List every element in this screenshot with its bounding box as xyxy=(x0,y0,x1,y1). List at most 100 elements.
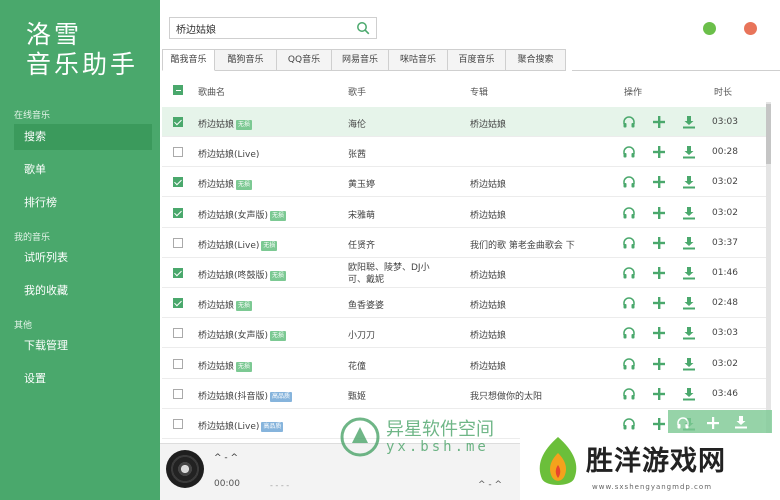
row-checkbox[interactable] xyxy=(173,177,183,188)
add-to-list-icon[interactable] xyxy=(652,296,666,310)
sidebar-item-favorites[interactable]: 我的收藏 xyxy=(14,278,152,304)
artist-name[interactable]: 鱼香婆婆 xyxy=(348,298,384,311)
download-icon[interactable] xyxy=(682,206,696,220)
add-to-list-icon[interactable] xyxy=(652,236,666,250)
download-icon[interactable] xyxy=(682,115,696,129)
tab-kuwo[interactable]: 酷我音乐 xyxy=(162,49,215,71)
sidebar-item-downloads[interactable]: 下载管理 xyxy=(14,333,152,359)
close-button[interactable] xyxy=(744,22,757,35)
album-disc-icon[interactable] xyxy=(166,450,204,488)
row-checkbox[interactable] xyxy=(173,117,183,127)
album-name[interactable]: 桥边姑娘 xyxy=(470,359,616,372)
add-to-list-icon[interactable] xyxy=(652,266,666,280)
artist-name[interactable]: 海伦 xyxy=(348,117,366,130)
download-icon[interactable] xyxy=(682,266,696,280)
tab-kugou[interactable]: 酷狗音乐 xyxy=(215,49,277,71)
artist-name[interactable]: 黄玉婷 xyxy=(348,177,375,190)
row-checkbox[interactable] xyxy=(173,147,183,158)
row-checkbox[interactable] xyxy=(173,207,183,218)
artist-name[interactable]: 宋雅萌 xyxy=(348,208,375,221)
select-all-checkbox[interactable] xyxy=(173,85,183,95)
table-row[interactable]: 桥边姑娘(女声版) 无损 小刀刀 桥边姑娘 03:03 xyxy=(162,318,770,349)
row-checkbox[interactable] xyxy=(173,268,183,278)
table-row[interactable]: 桥边姑娘(抖音版) 高品质 甄姬 我只想做你的太阳 03:46 xyxy=(162,379,770,409)
album-name[interactable]: 桥边姑娘 xyxy=(470,298,616,311)
download-icon[interactable] xyxy=(682,326,696,340)
tab-migu[interactable]: 咪咕音乐 xyxy=(389,49,448,71)
batch-download-icon[interactable] xyxy=(734,415,748,429)
artist-name[interactable]: 花僮 xyxy=(348,359,366,372)
scrollbar-thumb[interactable] xyxy=(766,104,771,164)
download-icon[interactable] xyxy=(682,296,696,310)
sidebar-item-trial-list[interactable]: 试听列表 xyxy=(14,245,152,271)
add-to-list-icon[interactable] xyxy=(652,387,666,401)
download-icon[interactable] xyxy=(682,236,696,250)
table-row[interactable]: 桥边姑娘 无损 海伦 桥边姑娘 03:03 xyxy=(162,107,770,137)
download-icon[interactable] xyxy=(682,387,696,401)
add-to-list-icon[interactable] xyxy=(652,145,666,159)
player-progress[interactable]: - - - - xyxy=(270,481,289,490)
listen-icon[interactable] xyxy=(622,206,636,220)
add-to-list-icon[interactable] xyxy=(652,357,666,371)
add-to-list-icon[interactable] xyxy=(652,115,666,129)
table-row[interactable]: 桥边姑娘 无损 黄玉婷 桥边姑娘 03:02 xyxy=(162,167,770,198)
album-name[interactable]: 桥边姑娘 xyxy=(470,328,616,341)
sidebar-item-search[interactable]: 搜索 xyxy=(14,124,152,150)
artist-name[interactable]: 张茜 xyxy=(348,147,366,160)
sidebar-item-charts[interactable]: 排行榜 xyxy=(14,190,152,216)
table-row[interactable]: 桥边姑娘 无损 花僮 桥边姑娘 03:02 xyxy=(162,349,770,379)
add-to-list-icon[interactable] xyxy=(652,175,666,189)
search-input[interactable] xyxy=(170,18,350,38)
listen-icon[interactable] xyxy=(622,357,636,371)
tab-netease[interactable]: 网易音乐 xyxy=(332,49,389,71)
listen-icon[interactable] xyxy=(622,175,636,189)
tab-qq[interactable]: QQ音乐 xyxy=(277,49,332,71)
listen-icon[interactable] xyxy=(622,326,636,340)
tab-aggregate[interactable]: 聚合搜索 xyxy=(506,49,566,71)
album-name[interactable]: 桥边姑娘 xyxy=(470,268,616,281)
album-name[interactable]: 桥边姑娘 xyxy=(470,177,616,190)
artist-name[interactable]: 欧阳聪、陵梦、DJ小可、戴妮 xyxy=(348,262,436,286)
download-icon[interactable] xyxy=(682,145,696,159)
listen-icon[interactable] xyxy=(622,115,636,129)
row-checkbox[interactable] xyxy=(173,328,183,339)
listen-icon[interactable] xyxy=(622,387,636,401)
album-name[interactable]: 桥边姑娘 xyxy=(470,208,616,221)
minimize-button[interactable] xyxy=(703,22,716,35)
song-title-text: 桥边姑娘 xyxy=(198,120,235,130)
search-icon[interactable] xyxy=(356,21,370,35)
download-icon[interactable] xyxy=(682,175,696,189)
artist-name[interactable]: 小刀刀 xyxy=(348,328,375,341)
table-row[interactable]: 桥边姑娘(女声版) 无损 宋雅萌 桥边姑娘 03:02 xyxy=(162,198,770,228)
add-to-list-icon[interactable] xyxy=(652,206,666,220)
listen-icon[interactable] xyxy=(622,145,636,159)
table-row[interactable]: 桥边姑娘(Live) 无损 任贤齐 我们的歌 第老金曲歌会 下 03:37 xyxy=(162,228,770,258)
listen-icon[interactable] xyxy=(622,266,636,280)
listen-icon[interactable] xyxy=(622,236,636,250)
add-to-list-icon[interactable] xyxy=(652,326,666,340)
tab-baidu[interactable]: 百度音乐 xyxy=(448,49,506,71)
listen-icon[interactable] xyxy=(622,296,636,310)
table-row[interactable]: 桥边姑娘(Live) 张茜 00:28 xyxy=(162,137,770,168)
album-name[interactable]: 我只想做你的太阳 xyxy=(470,389,616,402)
row-checkbox[interactable] xyxy=(173,388,183,399)
row-checkbox[interactable] xyxy=(173,419,183,429)
download-icon[interactable] xyxy=(682,357,696,371)
table-row[interactable]: 桥边姑娘 无损 鱼香婆婆 桥边姑娘 02:48 xyxy=(162,288,770,319)
batch-add-icon[interactable] xyxy=(706,416,720,430)
listen-icon[interactable] xyxy=(622,417,636,431)
batch-headphones-icon[interactable] xyxy=(676,416,690,430)
quality-badge: 无损 xyxy=(270,271,287,281)
table-row[interactable]: 桥边姑娘(咚鼓版) 无损 欧阳聪、陵梦、DJ小可、戴妮 桥边姑娘 01:46 xyxy=(162,258,770,288)
sidebar-item-playlists[interactable]: 歌单 xyxy=(14,157,152,183)
row-checkbox[interactable] xyxy=(173,358,183,369)
sidebar-item-settings[interactable]: 设置 xyxy=(14,366,152,392)
artist-name[interactable]: 任贤齐 xyxy=(348,238,375,251)
add-to-list-icon[interactable] xyxy=(652,417,666,431)
album-name[interactable]: 我们的歌 第老金曲歌会 下 xyxy=(470,238,616,251)
row-checkbox[interactable] xyxy=(173,237,183,248)
album-name[interactable]: 桥边姑娘 xyxy=(470,117,616,130)
row-checkbox[interactable] xyxy=(173,298,183,309)
quality-badge: 无损 xyxy=(270,210,287,221)
artist-name[interactable]: 甄姬 xyxy=(348,389,366,402)
